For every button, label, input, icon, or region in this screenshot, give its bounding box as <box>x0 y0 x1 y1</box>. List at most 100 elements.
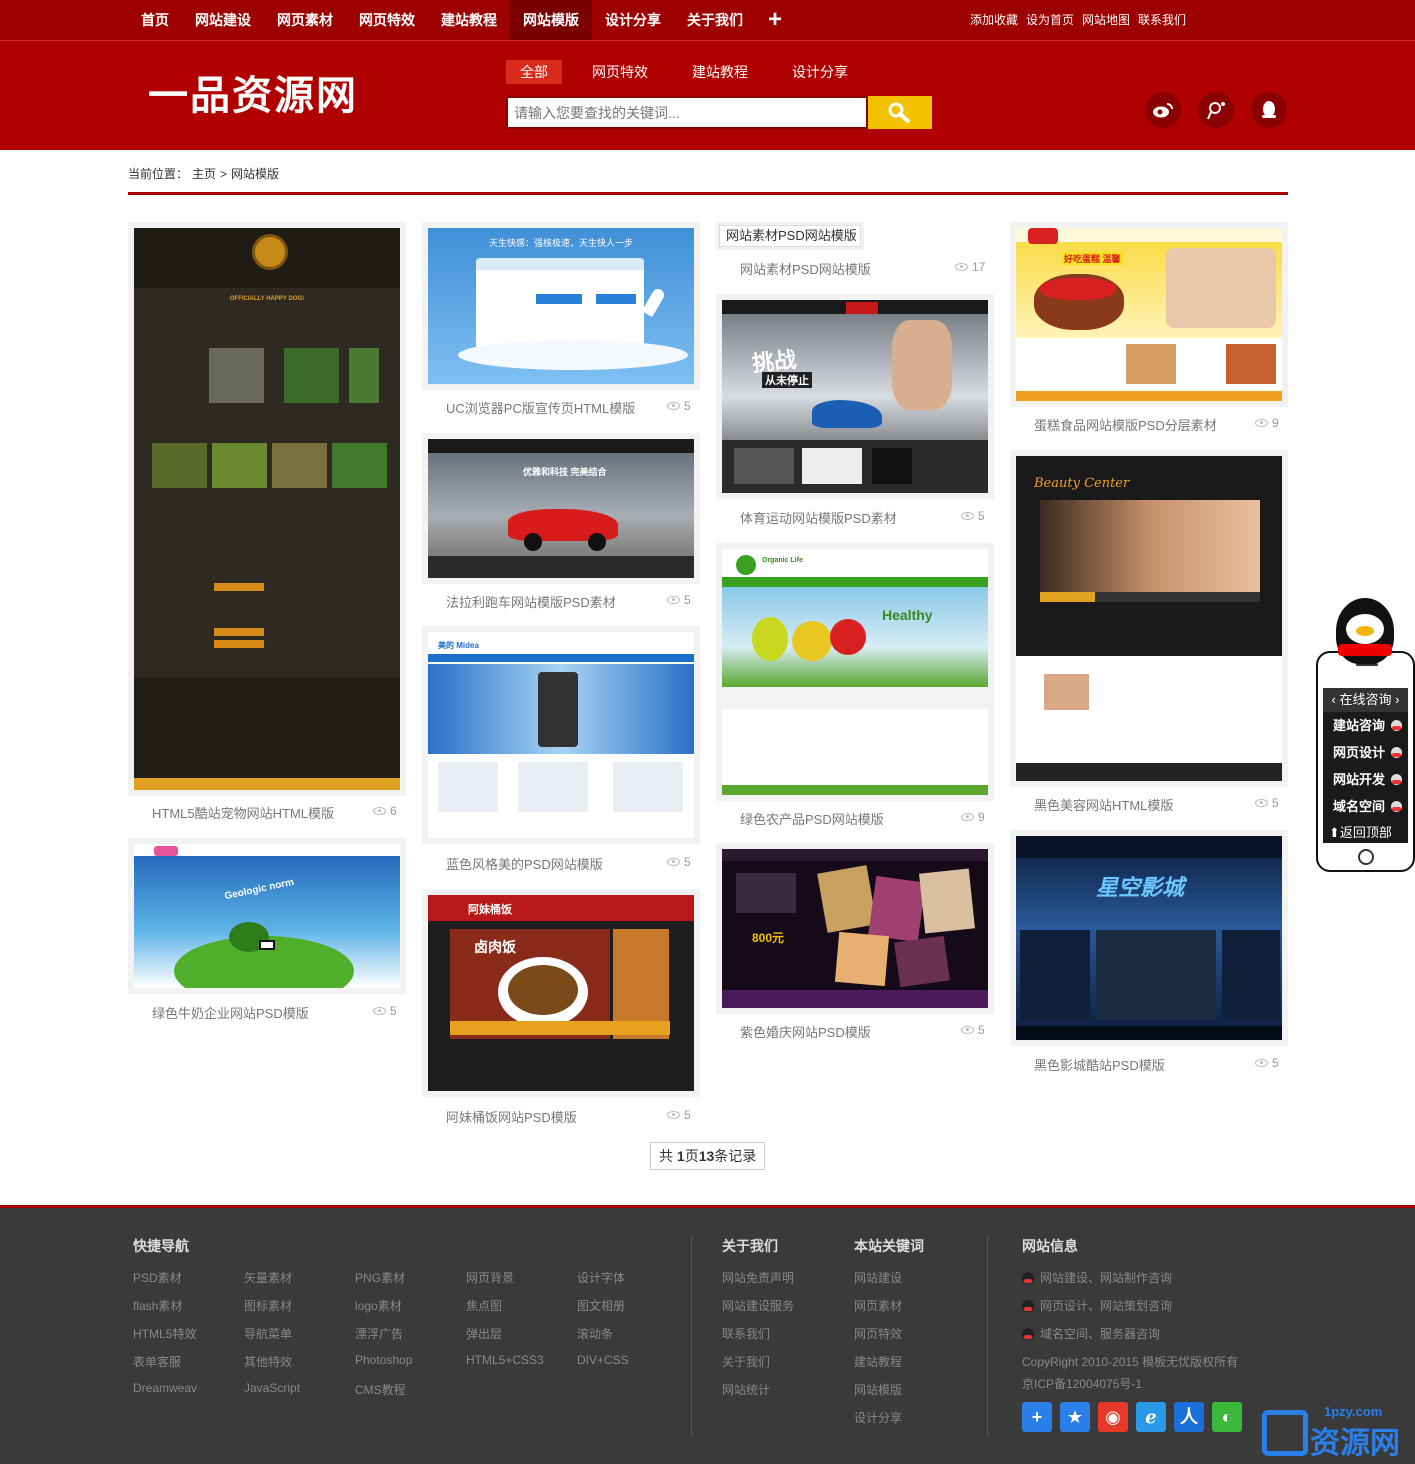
card-title[interactable]: 法拉利跑车网站模版PSD素材 <box>446 592 616 611</box>
footer-link[interactable]: 网页特效 <box>854 1325 902 1342</box>
footer-quicknav-link[interactable]: JavaScript <box>244 1381 300 1395</box>
footer-link[interactable]: 网站统计 <box>722 1381 770 1398</box>
template-card[interactable]: Geologic norm <box>128 838 406 994</box>
template-card[interactable]: 挑战 从未停止 <box>716 294 994 499</box>
footer-quicknav-link[interactable]: logo素材 <box>355 1297 402 1314</box>
template-card[interactable]: Beauty Center <box>1010 450 1288 787</box>
search-input[interactable] <box>508 98 866 127</box>
share-plus-icon[interactable]: + <box>1022 1402 1052 1432</box>
search-tab-tutorials[interactable]: 建站教程 <box>678 60 762 84</box>
renren-icon[interactable]: 人 <box>1174 1402 1204 1432</box>
footer-quicknav-link[interactable]: 图标素材 <box>244 1297 292 1314</box>
footer-quicknav-link[interactable]: 表单客服 <box>133 1353 181 1370</box>
footer-quicknav-link[interactable]: HTML5+CSS3 <box>466 1353 544 1367</box>
consult-item-design[interactable]: 网页设计 <box>1323 739 1408 766</box>
nav-item-about[interactable]: 关于我们 <box>674 0 756 40</box>
sitemap-link[interactable]: 网站地图 <box>1082 0 1130 40</box>
template-card[interactable]: 好吃蛋糕 温馨 <box>1010 222 1288 407</box>
thumbnail-car[interactable]: 优雅和科技 完美结合 <box>428 439 694 578</box>
footer-quicknav-link[interactable]: 滚动条 <box>577 1325 613 1342</box>
footer-quicknav-link[interactable]: Dreamweav <box>133 1381 197 1395</box>
footer-link[interactable]: 网站免责声明 <box>722 1269 794 1286</box>
card-title[interactable]: 蛋糕食品网站模版PSD分层素材 <box>1034 415 1217 434</box>
footer-quicknav-link[interactable]: 漂浮广告 <box>355 1325 403 1342</box>
template-card[interactable]: 阿妹桶饭 卤肉饭 <box>422 889 700 1097</box>
nav-item-web-materials[interactable]: 网页素材 <box>264 0 346 40</box>
thumbnail-cinema[interactable]: 星空影城 <box>1016 836 1282 1040</box>
template-card[interactable]: 美的 Midea <box>422 626 700 844</box>
footer-quicknav-link[interactable]: Photoshop <box>355 1353 412 1367</box>
nav-item-web-effects[interactable]: 网页特效 <box>346 0 428 40</box>
card-title[interactable]: 网站素材PSD网站模版 <box>740 259 871 278</box>
weibo-icon[interactable]: ◉ <box>1098 1402 1128 1432</box>
thumbnail-midea[interactable]: 美的 Midea <box>428 632 694 838</box>
add-favorite-link[interactable]: 添加收藏 <box>970 0 1018 40</box>
footer-link[interactable]: 网站模版 <box>854 1381 902 1398</box>
template-card[interactable]: 星空影城 <box>1010 830 1288 1046</box>
footer-quicknav-link[interactable]: 网页背景 <box>466 1269 514 1286</box>
footer-consult-link[interactable]: 网站建设、网站制作咨询 <box>1022 1269 1172 1286</box>
tencent-weibo-icon[interactable]: ℯ <box>1136 1402 1166 1432</box>
template-card[interactable]: Organic Life Healthy <box>716 543 994 801</box>
footer-link[interactable]: 设计分享 <box>854 1409 902 1426</box>
search-button[interactable] <box>868 96 932 129</box>
thumbnail-milk[interactable]: Geologic norm <box>134 844 400 988</box>
footer-quicknav-link[interactable]: 设计字体 <box>577 1269 625 1286</box>
footer-quicknav-link[interactable]: 其他特效 <box>244 1353 292 1370</box>
footer-icp[interactable]: 京ICP备12004075号-1 <box>1022 1375 1142 1392</box>
tencent-weibo-icon[interactable] <box>1198 92 1234 128</box>
footer-quicknav-link[interactable]: PNG素材 <box>355 1269 405 1286</box>
card-title[interactable]: HTML5酷站宠物网站HTML模版 <box>152 803 334 822</box>
footer-quicknav-link[interactable]: 矢量素材 <box>244 1269 292 1286</box>
footer-link[interactable]: 网站建设服务 <box>722 1297 794 1314</box>
template-card[interactable]: 网站素材PSD网站模版 <box>716 222 864 250</box>
nav-item-tutorials[interactable]: 建站教程 <box>428 0 510 40</box>
search-tab-all[interactable]: 全部 <box>506 60 562 84</box>
card-title[interactable]: 蓝色风格美的PSD网站模版 <box>446 854 603 873</box>
footer-consult-link[interactable]: 域名空间、服务器咨询 <box>1022 1325 1160 1342</box>
footer-link[interactable]: 关于我们 <box>722 1353 770 1370</box>
nav-item-design-share[interactable]: 设计分享 <box>592 0 674 40</box>
wechat-icon[interactable]: ◐ <box>1212 1402 1242 1432</box>
qzone-icon[interactable]: ★ <box>1060 1402 1090 1432</box>
footer-quicknav-link[interactable]: PSD素材 <box>133 1269 182 1286</box>
qq-icon[interactable] <box>1251 92 1287 128</box>
nav-item-site-building[interactable]: 网站建设 <box>182 0 264 40</box>
footer-quicknav-link[interactable]: 弹出层 <box>466 1325 502 1342</box>
nav-item-templates[interactable]: 网站模版 <box>510 0 592 40</box>
footer-quicknav-link[interactable]: 导航菜单 <box>244 1325 292 1342</box>
plus-icon[interactable]: + <box>760 0 790 40</box>
site-logo[interactable]: 一品资源网 <box>148 63 358 121</box>
search-tab-effects[interactable]: 网页特效 <box>578 60 662 84</box>
card-title[interactable]: 黑色影城酷站PSD模版 <box>1034 1055 1165 1074</box>
footer-link[interactable]: 网页素材 <box>854 1297 902 1314</box>
nav-item-home[interactable]: 首页 <box>128 0 182 40</box>
contact-link[interactable]: 联系我们 <box>1138 0 1186 40</box>
footer-quicknav-link[interactable]: HTML5特效 <box>133 1325 196 1342</box>
footer-quicknav-link[interactable]: 焦点图 <box>466 1297 502 1314</box>
thumbnail-broken[interactable]: 网站素材PSD网站模版 <box>719 225 861 247</box>
footer-quicknav-link[interactable]: CMS教程 <box>355 1381 406 1398</box>
footer-link[interactable]: 建站教程 <box>854 1353 902 1370</box>
card-title[interactable]: 体育运动网站模版PSD素材 <box>740 508 897 527</box>
card-title[interactable]: 黑色美容网站HTML模版 <box>1034 795 1173 814</box>
card-title[interactable]: 绿色牛奶企业网站PSD模版 <box>152 1003 309 1022</box>
thumbnail-wedding[interactable]: 800元 <box>722 849 988 1008</box>
thumbnail-food[interactable]: 阿妹桶饭 卤肉饭 <box>428 895 694 1091</box>
set-homepage-link[interactable]: 设为首页 <box>1026 0 1074 40</box>
template-card[interactable]: 天生快感：强核极速，天生快人一步 <box>422 222 700 390</box>
thumbnail-sport[interactable]: 挑战 从未停止 <box>722 300 988 493</box>
thumbnail-farm[interactable]: Organic Life Healthy <box>722 549 988 795</box>
breadcrumb-current[interactable]: 网站模版 <box>231 167 279 181</box>
consult-item-site[interactable]: 建站咨询 <box>1323 712 1408 739</box>
footer-quicknav-link[interactable]: 图文相册 <box>577 1297 625 1314</box>
consult-item-dev[interactable]: 网站开发 <box>1323 766 1408 793</box>
footer-consult-link[interactable]: 网页设计、网站策划咨询 <box>1022 1297 1172 1314</box>
search-tab-design[interactable]: 设计分享 <box>778 60 862 84</box>
footer-quicknav-link[interactable]: DIV+CSS <box>577 1353 629 1367</box>
back-to-top-button[interactable]: ⬆返回顶部 <box>1323 820 1408 847</box>
footer-link[interactable]: 联系我们 <box>722 1325 770 1342</box>
card-title[interactable]: 绿色农产品PSD网站模版 <box>740 809 884 828</box>
consult-header[interactable]: ‹ 在线咨询 › <box>1323 688 1408 712</box>
card-title[interactable]: 紫色婚庆网站PSD模版 <box>740 1022 871 1041</box>
